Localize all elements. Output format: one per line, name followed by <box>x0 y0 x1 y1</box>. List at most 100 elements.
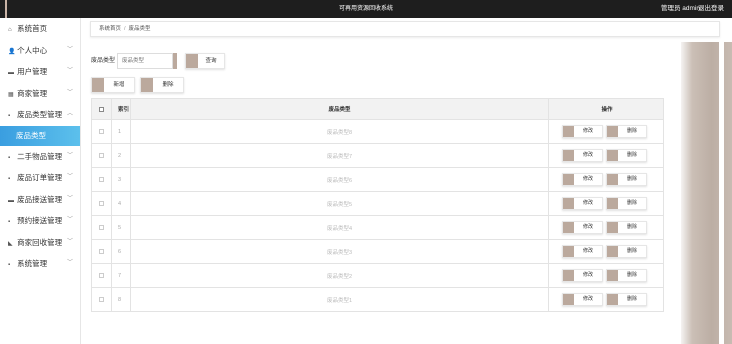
row-index: 7 <box>112 264 131 287</box>
sidebar-subitem-waste-type[interactable]: 废品类型 <box>0 125 80 146</box>
edit-label: 修改 <box>582 224 593 230</box>
sidebar-item-label: 二手物品管理 <box>17 151 63 161</box>
chevron-up-icon: ︿ <box>66 111 73 117</box>
sidebar-item-label: 系统首页 <box>17 24 48 33</box>
breadcrumb: 系统首页 / 废品类型 <box>90 21 720 37</box>
edit-button[interactable]: 修改 <box>562 293 603 306</box>
row-operations: 修改 删除 <box>549 240 665 263</box>
edit-button[interactable]: 修改 <box>562 173 603 186</box>
sidebar-item-profile[interactable]: 👤 个人中心 ﹀ <box>0 40 80 62</box>
delete-button[interactable]: 删除 <box>606 125 647 138</box>
sidebar-item-label: 用户管理 <box>17 67 48 76</box>
edit-label: 修改 <box>582 248 593 254</box>
sidebar-item-waste-pickup[interactable]: ▬ 废品接送管理 ﹀ <box>0 189 80 211</box>
add-button-icon <box>92 78 104 92</box>
table-row: 2 废品类型7 修改 删除 <box>92 143 663 167</box>
row-name: 废品类型5 <box>131 192 549 215</box>
row-name: 废品类型2 <box>131 264 549 287</box>
delete-label: 删除 <box>626 224 637 230</box>
delete-button[interactable]: 删除 <box>606 149 647 162</box>
edit-label: 修改 <box>582 200 593 206</box>
edit-button[interactable]: 修改 <box>562 221 603 234</box>
row-checkbox[interactable] <box>99 273 104 278</box>
delete-label: 删除 <box>626 272 637 278</box>
edit-icon <box>563 246 574 257</box>
row-operations: 修改 删除 <box>549 288 665 311</box>
delete-button[interactable]: 删除 <box>606 173 647 186</box>
search-button[interactable]: 查询 <box>185 53 225 69</box>
edit-button[interactable]: 修改 <box>562 245 603 258</box>
sidebar-item-second-hand[interactable]: ▪ 二手物品管理 ﹀ <box>0 146 80 168</box>
delete-label: 删除 <box>626 248 637 254</box>
delete-label: 删除 <box>626 152 637 158</box>
header-index: 索引 <box>112 99 131 119</box>
delete-button[interactable]: 删除 <box>606 197 647 210</box>
chevron-down-icon: ﹀ <box>66 68 73 74</box>
edit-icon <box>563 222 574 233</box>
sidebar-item-home[interactable]: ⌂ 系统首页 <box>0 18 80 40</box>
sidebar-item-merchant-recycle[interactable]: ◣ 商家回收管理 ﹀ <box>0 232 80 254</box>
sidebar-item-waste-types[interactable]: ▪ 废品类型管理 ︿ <box>0 104 80 126</box>
chevron-down-icon: ﹀ <box>66 89 73 96</box>
search-input[interactable] <box>117 53 173 69</box>
breadcrumb-separator: / <box>124 26 126 32</box>
select-all-checkbox[interactable] <box>99 106 104 112</box>
delete-icon <box>607 126 618 137</box>
edit-button[interactable]: 修改 <box>562 197 603 210</box>
row-checkbox[interactable] <box>99 297 104 302</box>
row-checkbox[interactable] <box>99 225 104 230</box>
batch-delete-button[interactable]: 删除 <box>140 77 184 93</box>
delete-icon <box>607 294 618 305</box>
sidebar-item-merchants[interactable]: ▦ 商家管理 ﹀ <box>0 83 80 105</box>
edit-button[interactable]: 修改 <box>562 125 603 138</box>
row-checkbox[interactable] <box>99 249 104 254</box>
waste-type-table: 索引 废品类型 操作 1 废品类型8 修改 删除 2 废品类型7 修改 删除 3 废品类型6 修改删… <box>91 98 664 312</box>
row-operations: 修改 删除 <box>549 120 665 143</box>
row-operations: 修改 删除 <box>549 144 665 167</box>
grid-icon: ▪ <box>8 262 11 268</box>
grid-icon: ▪ <box>8 176 11 182</box>
edit-icon <box>563 294 574 305</box>
sidebar-item-users[interactable]: ▬ 用户管理 ﹀ <box>0 61 80 83</box>
edit-icon <box>563 270 574 281</box>
header-name: 废品类型 <box>131 99 549 119</box>
row-checkbox-cell <box>92 192 112 215</box>
app-title: 可再用资源回收系统 <box>338 6 393 12</box>
sidebar-item-appointments[interactable]: ▪ 预约接送管理 ﹀ <box>0 210 80 232</box>
breadcrumb-home[interactable]: 系统首页 <box>99 26 121 32</box>
edit-label: 修改 <box>582 296 593 302</box>
user-label: 管理员 admin <box>660 5 700 12</box>
row-checkbox[interactable] <box>99 129 104 134</box>
row-checkbox[interactable] <box>99 153 104 158</box>
sidebar-item-system[interactable]: ▪ 系统管理 ﹀ <box>0 253 80 275</box>
edit-button[interactable]: 修改 <box>562 149 603 162</box>
logout-link[interactable]: 退出登录 <box>698 0 724 18</box>
delete-icon <box>607 246 618 257</box>
row-checkbox-cell <box>92 288 112 311</box>
delete-button[interactable]: 删除 <box>606 293 647 306</box>
row-checkbox-cell <box>92 144 112 167</box>
delete-icon <box>607 174 618 185</box>
table-row: 8 废品类型1 修改 删除 <box>92 287 663 311</box>
edit-button[interactable]: 修改 <box>562 269 603 282</box>
delete-icon <box>607 222 618 233</box>
header-operations: 操作 <box>601 107 613 113</box>
sidebar-item-label: 废品接送管理 <box>17 194 63 204</box>
delete-button[interactable]: 删除 <box>606 221 647 234</box>
edit-label: 修改 <box>582 128 593 134</box>
row-checkbox[interactable] <box>99 201 104 206</box>
grid-icon: ▪ <box>8 219 11 225</box>
chevron-down-icon: ﹀ <box>66 152 73 159</box>
store-icon: ▦ <box>8 91 14 98</box>
row-name: 废品类型1 <box>131 288 549 311</box>
delete-button[interactable]: 删除 <box>606 245 647 258</box>
row-checkbox-cell <box>92 240 112 263</box>
sidebar-item-waste-orders[interactable]: ▪ 废品订单管理 ﹀ <box>0 167 80 189</box>
delete-icon <box>607 198 618 209</box>
row-operations: 修改 删除 <box>549 168 665 191</box>
monitor-icon: ▬ <box>8 70 14 76</box>
row-index: 6 <box>112 240 131 263</box>
add-button[interactable]: 新增 <box>91 77 135 93</box>
row-checkbox[interactable] <box>99 177 104 182</box>
delete-button[interactable]: 删除 <box>606 269 647 282</box>
